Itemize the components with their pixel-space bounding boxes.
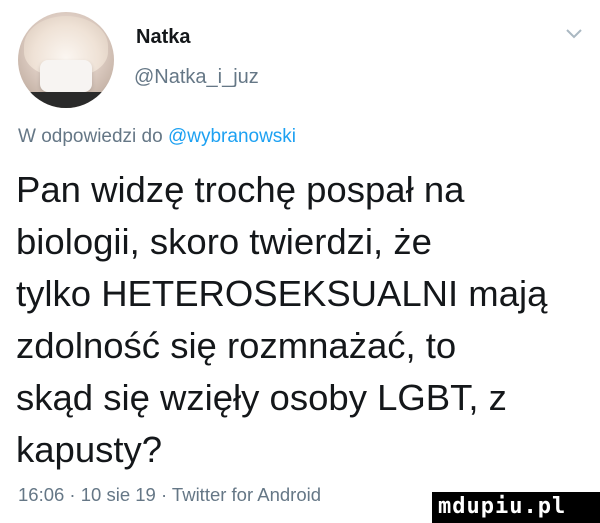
avatar-face-mask (40, 60, 92, 92)
tweet-line: skąd się wzięły osoby LGBT, z (16, 377, 507, 418)
watermark-logo: mdupiu.pl (432, 492, 600, 523)
author-name[interactable]: Natka (136, 26, 190, 49)
tweet-timestamp[interactable]: 16:06 · 10 sie 19 · Twitter for Android (18, 484, 321, 506)
reply-mention-link[interactable]: @wybranowski (168, 126, 296, 147)
tweet-line: kapusty? (16, 429, 163, 470)
tweet-line: tylko HETEROSEKSUALNI mają (16, 273, 548, 314)
chevron-down-icon[interactable] (565, 28, 583, 40)
tweet-line: Pan widzę trochę pospał na (16, 169, 465, 210)
author-handle[interactable]: @Natka_i_juz (134, 66, 259, 89)
watermark-text: mdupiu.pl (438, 494, 567, 519)
avatar-shirt (18, 92, 114, 108)
reply-context: W odpowiedzi do @wybranowski (18, 126, 296, 148)
tweet-line: biologii, skoro twierdzi, że (16, 221, 432, 262)
tweet-text: Pan widzę trochę pospał na biologii, sko… (16, 164, 586, 476)
reply-prefix: W odpowiedzi do (18, 126, 168, 147)
tweet: Natka @Natka_i_juz W odpowiedzi do @wybr… (0, 0, 600, 523)
tweet-line: zdolność się rozmnażać, to (16, 325, 457, 366)
avatar[interactable] (18, 12, 114, 108)
